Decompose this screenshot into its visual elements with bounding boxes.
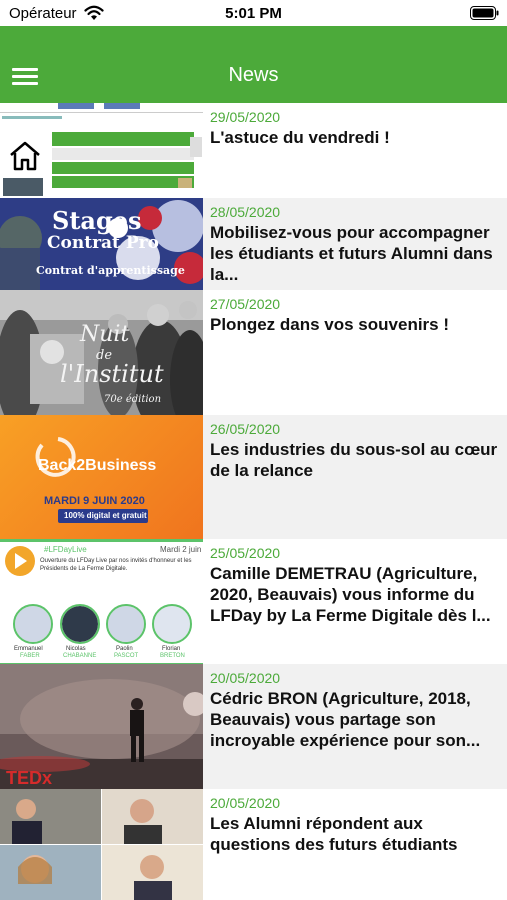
news-date: 25/05/2020 bbox=[210, 545, 281, 561]
hashtag-caption: #LFDayLive bbox=[44, 545, 87, 554]
apprentissage-caption: Contrat d'apprentissage bbox=[36, 264, 185, 277]
news-item[interactable]: Stages Contrat Pro Contrat d'apprentissa… bbox=[0, 198, 507, 290]
stages-caption: Stages bbox=[52, 206, 142, 235]
news-item[interactable]: #LFDayLive Mardi 2 juin Ouverture du LFD… bbox=[0, 539, 507, 664]
news-thumbnail: Back2Business MARDI 9 JUIN 2020 100% dig… bbox=[0, 415, 203, 539]
news-title: Mobilisez-vous pour accompagner les étud… bbox=[210, 223, 493, 284]
news-date: 20/05/2020 bbox=[210, 670, 281, 686]
news-thumbnail: Stages Contrat Pro Contrat d'apprentissa… bbox=[0, 198, 203, 290]
news-item[interactable]: Back2Business MARDI 9 JUIN 2020 100% dig… bbox=[0, 415, 507, 539]
news-item[interactable]: 20/05/2020 Les Alumni répondent aux ques… bbox=[0, 789, 507, 900]
speaker-surname: FABER bbox=[20, 653, 40, 659]
event-date-caption: MARDI 9 JUIN 2020 bbox=[44, 495, 145, 507]
news-date: 29/05/2020 bbox=[210, 109, 281, 125]
speaker-name: Florian bbox=[162, 646, 181, 652]
news-thumbnail: #LFDayLive Mardi 2 juin Ouverture du LFD… bbox=[0, 539, 203, 664]
speaker-name: Emmanuel bbox=[14, 646, 43, 652]
news-date: 27/05/2020 bbox=[210, 296, 281, 312]
news-thumbnail bbox=[0, 103, 203, 198]
tedx-caption: TEDx bbox=[6, 768, 53, 788]
news-item[interactable]: 29/05/2020 L'astuce du vendredi ! bbox=[0, 103, 507, 198]
status-bar: Opérateur 5:01 PM bbox=[0, 0, 507, 26]
news-thumbnail bbox=[0, 789, 203, 900]
news-title: Camille DEMETRAU (Agriculture, 2020, Bea… bbox=[210, 564, 491, 625]
intro-caption: Ouverture du LFDay Live par nos invités … bbox=[40, 558, 192, 572]
speaker-name: Nicolas bbox=[66, 646, 86, 652]
news-date: 26/05/2020 bbox=[210, 421, 281, 437]
speaker-name: Paolin bbox=[116, 646, 133, 652]
news-title: Les Alumni répondent aux questions des f… bbox=[210, 814, 458, 854]
home-icon bbox=[10, 141, 40, 171]
app-bar: News bbox=[0, 26, 507, 103]
news-thumbnail: TEDx bbox=[0, 664, 203, 789]
speaker-surname: CHABANNE bbox=[63, 653, 97, 659]
contrat-pro-caption: Contrat Pro bbox=[47, 233, 159, 253]
page-title: News bbox=[228, 64, 279, 86]
nuit-caption: Nuit bbox=[80, 322, 130, 347]
news-title: Plongez dans vos souvenirs ! bbox=[210, 315, 450, 334]
news-title: L'astuce du vendredi ! bbox=[210, 128, 390, 147]
news-title: Cédric BRON (Agriculture, 2018, Beauvais… bbox=[210, 689, 481, 750]
digital-caption: 100% digital et gratuit bbox=[64, 511, 147, 520]
edition-caption: 70e édition bbox=[104, 394, 162, 405]
institut-caption: l'Institut bbox=[60, 360, 164, 388]
speaker-surname: PASCOT bbox=[114, 653, 139, 659]
status-time: 5:01 PM bbox=[225, 5, 282, 22]
news-item[interactable]: Nuit de l'Institut 70e édition 27/05/202… bbox=[0, 290, 507, 415]
battery-icon bbox=[470, 6, 499, 20]
speaker-surname: BRETON bbox=[160, 653, 185, 659]
news-title: Les industries du sous-sol au cœur de la… bbox=[210, 440, 498, 480]
news-date: 20/05/2020 bbox=[210, 795, 281, 811]
back2business-caption: Back2Business bbox=[38, 457, 157, 474]
news-date: 28/05/2020 bbox=[210, 204, 281, 220]
news-item[interactable]: TEDx 20/05/2020 Cédric BRON (Agriculture… bbox=[0, 664, 507, 789]
news-thumbnail: Nuit de l'Institut 70e édition bbox=[0, 290, 203, 415]
date-caption: Mardi 2 juin bbox=[160, 545, 202, 554]
